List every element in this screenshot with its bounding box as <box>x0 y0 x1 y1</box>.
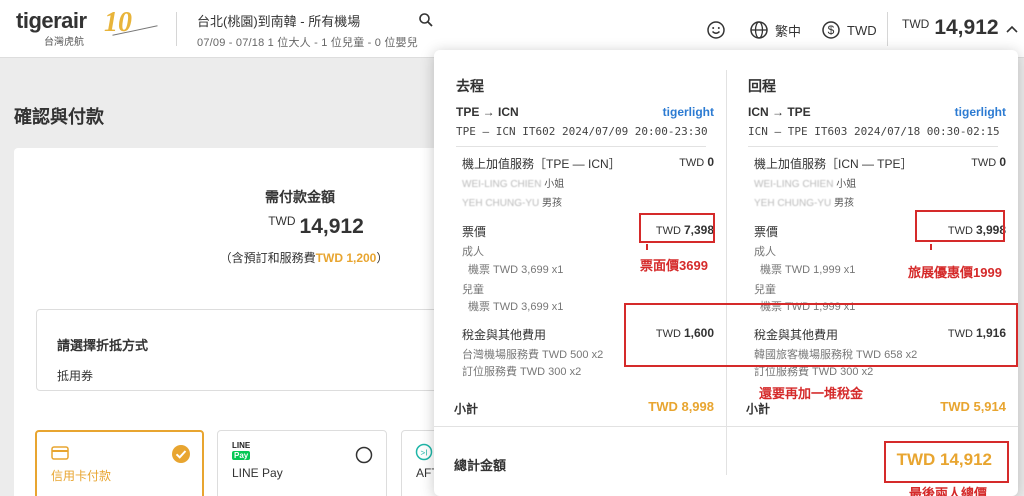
tax-detail: 訂位服務費 TWD 300 x2 <box>462 366 582 378</box>
smiley-icon <box>707 21 725 39</box>
inbound-title: 回程 <box>748 78 776 94</box>
search-icon[interactable] <box>418 12 434 28</box>
grand-total-label: 總計金額 <box>454 458 507 473</box>
aft-icon: >I <box>415 443 433 461</box>
subtotal-label: 小計 <box>454 402 479 416</box>
member-button[interactable] <box>706 20 726 40</box>
page-title: 確認與付款 <box>14 107 104 127</box>
divider <box>456 146 706 147</box>
outbound-title: 去程 <box>456 78 484 94</box>
annotation-note-total: 最後兩人總價 <box>909 486 988 496</box>
language-selector[interactable]: 繁中 <box>749 20 801 40</box>
annotation-box-tax <box>624 303 1018 367</box>
dollar-icon: $ <box>822 21 840 39</box>
check-circle-icon <box>172 445 190 463</box>
child-fare-detail: 機票 TWD 3,699 x1 <box>468 301 564 313</box>
header-divider <box>176 12 177 46</box>
fare-brand: tigerlight <box>662 105 714 119</box>
payment-label: 信用卡付款 <box>51 469 112 483</box>
radio-empty-icon[interactable] <box>355 446 373 464</box>
adult-fare-detail: 機票 TWD 3,699 x1 <box>468 264 564 276</box>
passenger-name: WEI-LING CHIEN 小姐 <box>754 179 857 190</box>
amount-due-currency: TWD <box>268 214 296 228</box>
subtotal-value: TWD 5,914 <box>940 399 1006 414</box>
subtotal-value: TWD 8,998 <box>648 399 714 414</box>
child-label: 兒童 <box>462 284 484 296</box>
logo-subtitle: 台灣虎航 <box>44 37 84 48</box>
inbound-route: ICN → TPE <box>748 105 811 119</box>
language-label: 繁中 <box>775 23 802 39</box>
trip-summary[interactable]: 07/09 - 07/18 1 位大人 - 1 位兒童 - 0 位嬰兒 <box>197 34 418 50</box>
svg-text:>I: >I <box>421 449 428 458</box>
globe-icon <box>750 21 768 39</box>
annotation-box-fare-in <box>915 210 1005 242</box>
header-total-currency: TWD <box>902 17 930 31</box>
header-total-price[interactable]: TWD 14,912 <box>902 16 999 40</box>
logo-wordmark: tigerair <box>16 8 87 33</box>
annotation-tick <box>646 244 648 250</box>
child-label: 兒童 <box>754 284 776 296</box>
annotation-note-fare-out: 票面價3699 <box>640 258 708 273</box>
line-pay-logo-top: LINE <box>232 441 251 450</box>
addon-service-label: 機上加值服務［ICN — TPE］ <box>754 157 913 171</box>
annotation-note-fare-in: 旅展優惠價1999 <box>908 265 1002 280</box>
discount-title: 請選擇折抵方式 <box>57 338 149 353</box>
outbound-flight-detail: TPE — ICN IT602 2024/07/09 20:00-23:30 <box>456 125 708 138</box>
addon-service-value: TWD 0 <box>679 155 714 169</box>
outbound-route: TPE → ICN <box>456 105 519 119</box>
currency-label: TWD <box>847 22 877 38</box>
fare-brand: tigerlight <box>954 105 1006 119</box>
adult-label: 成人 <box>462 246 484 258</box>
service-fee: TWD 1,200 <box>315 251 377 265</box>
currency-selector[interactable]: $ TWD <box>821 20 877 40</box>
total-divider <box>434 426 1018 427</box>
tax-detail: 台灣機場服務費 TWD 500 x2 <box>462 349 604 361</box>
annotation-tick <box>930 244 932 250</box>
divider <box>748 146 998 147</box>
voucher-option[interactable]: 抵用券 <box>57 367 93 384</box>
amount-due-value: 14,912 <box>299 215 364 238</box>
payment-credit-card[interactable]: 信用卡付款 <box>35 430 204 496</box>
chevron-up-icon[interactable] <box>1006 24 1018 34</box>
discount-method-card[interactable]: 請選擇折抵方式 抵用券 <box>36 309 456 391</box>
subtotal-label: 小計 <box>746 402 771 416</box>
inbound-flight-detail: ICN — TPE IT603 2024/07/18 00:30-02:15 <box>748 125 1000 138</box>
adult-label: 成人 <box>754 246 776 258</box>
header-divider-right <box>887 12 888 46</box>
anniversary-number: 10 <box>104 7 132 38</box>
fare-label: 票價 <box>462 225 487 239</box>
annotation-box-total <box>884 441 1009 483</box>
anniversary-logo: 10 <box>104 7 158 46</box>
tax-label: 稅金與其他費用 <box>462 328 547 342</box>
svg-text:$: $ <box>828 23 835 37</box>
trip-route[interactable]: 台北(桃園)到南韓 - 所有機場 <box>197 11 360 30</box>
adult-fare-detail: 機票 TWD 1,999 x1 <box>760 264 856 276</box>
header-total-amount: 14,912 <box>934 16 999 39</box>
addon-service-value: TWD 0 <box>971 155 1006 169</box>
passenger-name: YEH CHUNG-YU 男孩 <box>462 198 563 209</box>
annotation-note-tax: 還要再加一堆稅金 <box>759 386 864 401</box>
line-pay-logo: LINE Pay <box>232 441 251 460</box>
due-note-suffix: ） <box>376 251 389 265</box>
credit-card-icon <box>51 446 69 460</box>
line-pay-logo-badge: Pay <box>232 451 251 460</box>
tigerair-logo[interactable]: tigerair 台灣虎航 <box>16 8 98 49</box>
addon-service-label: 機上加值服務［TPE — ICN］ <box>462 157 621 171</box>
due-note-prefix: （含預訂和服務費 <box>219 251 316 265</box>
payment-line-pay[interactable]: LINE Pay LINE Pay <box>217 430 387 496</box>
fare-label: 票價 <box>754 225 779 239</box>
payment-label: LINE Pay <box>232 466 283 480</box>
passenger-name: WEI-LING CHIEN 小姐 <box>462 179 565 190</box>
annotation-box-fare-out <box>639 213 715 243</box>
passenger-name: YEH CHUNG-YU 男孩 <box>754 198 855 209</box>
